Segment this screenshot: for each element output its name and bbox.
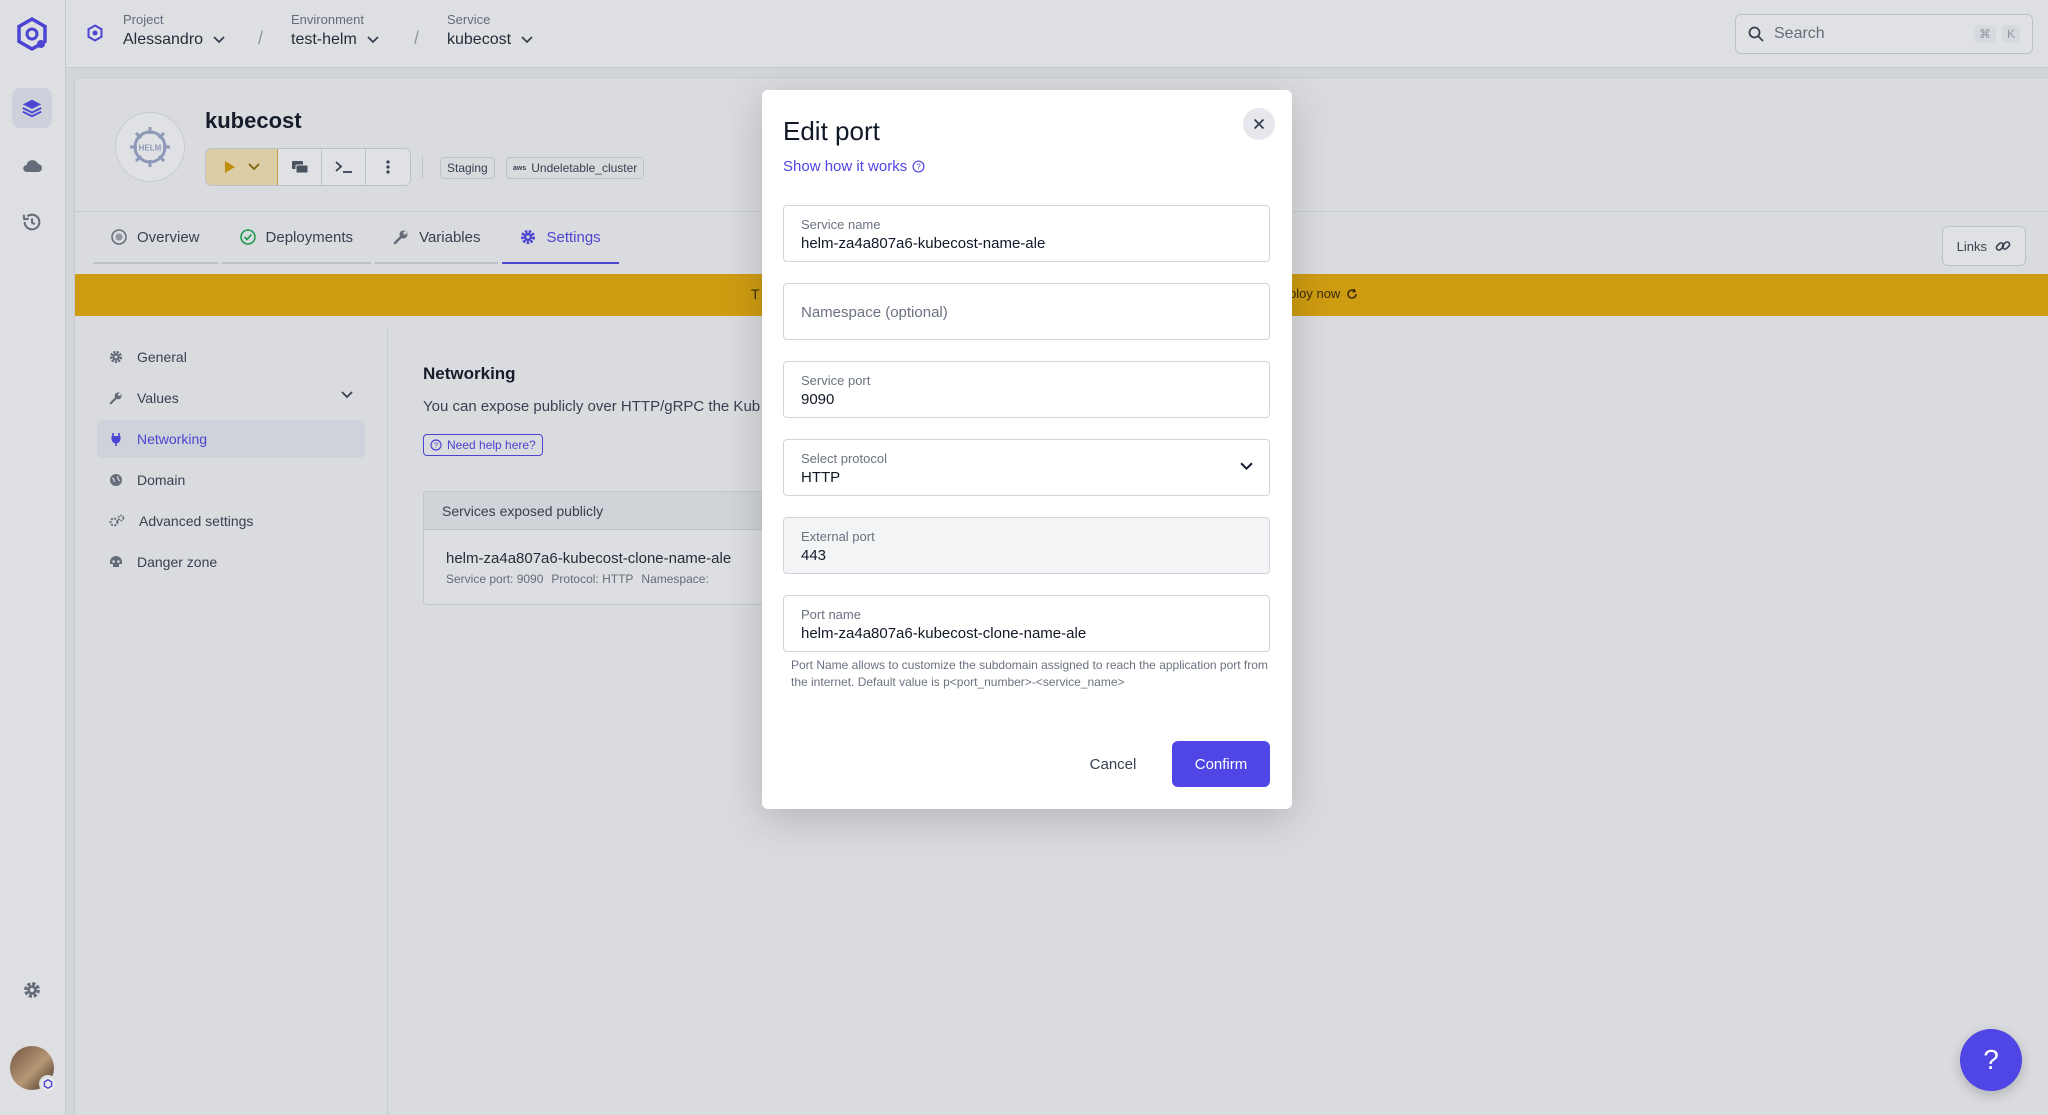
show-how-it-works-link[interactable]: Show how it works ? [783, 158, 925, 175]
field-value: 9090 [801, 391, 835, 408]
port-name-field[interactable]: Port name helm-za4a807a6-kubecost-clone-… [783, 595, 1270, 652]
field-value: helm-za4a807a6-kubecost-name-ale [801, 235, 1046, 252]
service-port-field[interactable]: Service port 9090 [783, 361, 1270, 418]
protocol-select[interactable]: Select protocol HTTP [783, 439, 1270, 496]
field-value: helm-za4a807a6-kubecost-clone-name-ale [801, 625, 1087, 642]
modal-title: Edit port [783, 116, 880, 146]
field-label: Port name [801, 607, 861, 622]
svg-text:?: ? [916, 162, 921, 171]
field-label: Service port [801, 373, 871, 388]
close-icon [1253, 118, 1265, 130]
namespace-field[interactable]: Namespace (optional) [783, 283, 1270, 340]
external-port-field[interactable]: External port 443 [783, 517, 1270, 574]
close-button[interactable] [1243, 108, 1275, 140]
field-placeholder: Namespace (optional) [801, 304, 948, 321]
field-value: HTTP [801, 469, 841, 486]
chevron-down-icon [1240, 462, 1253, 471]
service-name-field[interactable]: Service name helm-za4a807a6-kubecost-nam… [783, 205, 1270, 262]
field-label: Select protocol [801, 451, 887, 466]
help-circle-icon: ? [912, 160, 925, 173]
cancel-button[interactable]: Cancel [1068, 741, 1158, 787]
port-name-hint: Port Name allows to customize the subdom… [791, 658, 1268, 689]
field-value: 443 [801, 547, 827, 564]
edit-port-modal: Edit port Show how it works ? Service na… [762, 90, 1292, 809]
field-label: Service name [801, 217, 881, 232]
field-label: External port [801, 529, 875, 544]
help-button[interactable]: ? [1960, 1029, 2022, 1091]
confirm-button[interactable]: Confirm [1172, 741, 1270, 787]
